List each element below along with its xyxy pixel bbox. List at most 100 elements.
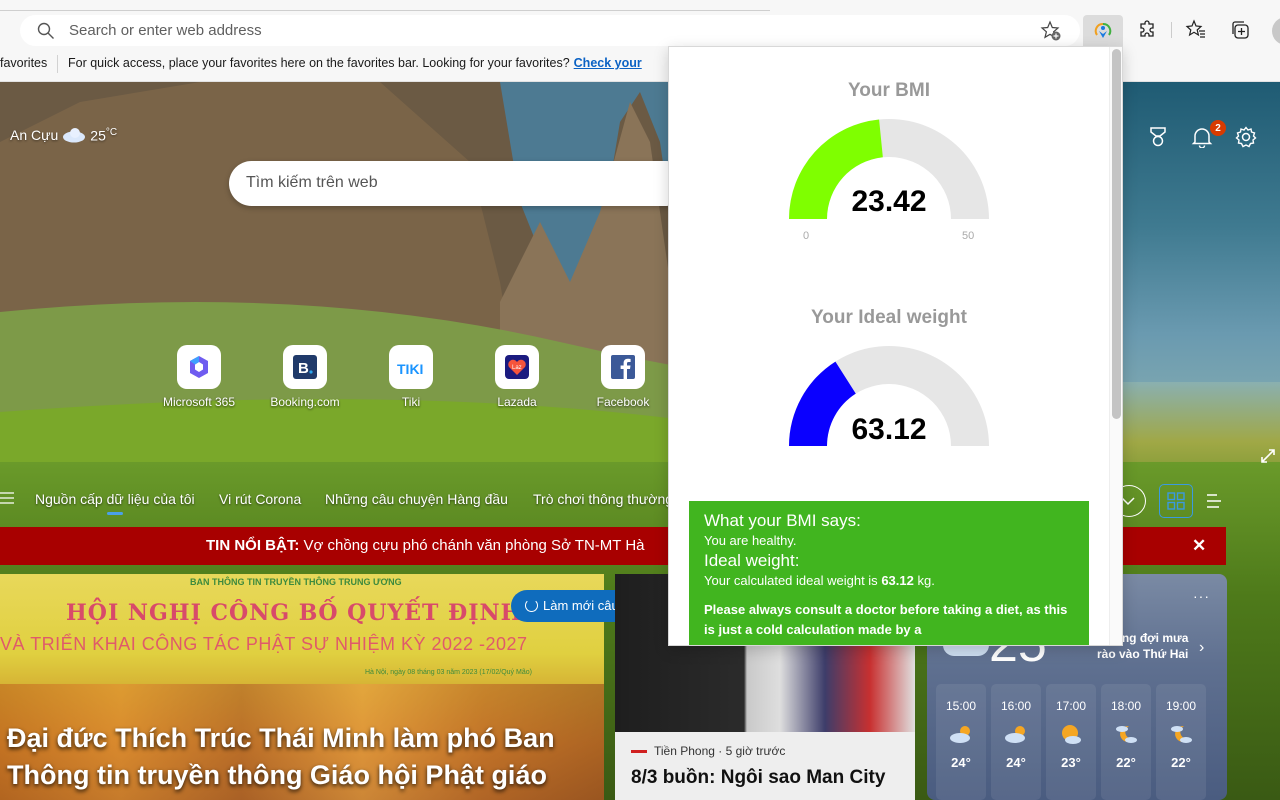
hero-banner-date: Hà Nội, ngày 08 tháng 03 năm 2023 (17/02… [365,669,532,676]
quick-link-tile: TIKI [389,345,433,389]
close-icon[interactable]: ✕ [1192,536,1206,556]
popup-scrollbar[interactable] [1112,49,1121,419]
rewards-icon[interactable] [1148,126,1168,148]
bmi-extension-icon [1094,23,1112,38]
news-card-headline[interactable]: 8/3 buồn: Ngôi sao Man City [631,767,885,789]
bmi-gauge-min: 0 [803,230,810,242]
quick-link-tile [601,345,645,389]
breaking-news-text: TIN NỔI BẬT: Vợ chồng cựu phó chánh văn … [206,537,645,554]
hour-temp: 22° [1116,755,1136,770]
location-label: An Cựu [10,127,59,144]
quick-link-label: Microsoft 365 [162,395,236,409]
refresh-icon [525,599,538,612]
news-source: Tiền Phong · 5 giờ trước [631,744,785,758]
address-input[interactable]: Search or enter web address [69,22,262,39]
hour-time: 19:00 [1165,699,1197,713]
mostly-sunny-icon [1062,725,1081,744]
ideal-weight-heading: Ideal weight: [704,551,800,570]
hamburger-menu-icon[interactable] [0,492,14,504]
tab-coronavirus[interactable]: Vi rút Corona [219,491,301,507]
expand-icon[interactable] [1260,448,1276,464]
svg-text:TIKI: TIKI [397,361,423,377]
svg-text:Laz: Laz [512,365,522,371]
hourly-forecast-item[interactable]: 18:00 22° [1101,684,1151,800]
active-tab-indicator [107,512,123,515]
quick-link-label: Lazada [497,395,537,409]
hour-temp: 24° [1006,755,1026,770]
bmi-result-box: What your BMI says: You are healthy. Ide… [689,501,1089,645]
facebook-icon [611,355,635,379]
hourly-forecast-item[interactable]: 19:00 22° [1156,684,1206,800]
search-icon [37,22,54,39]
breaking-news-label: TIN NỔI BẬT: [206,537,300,554]
settings-gear-icon[interactable] [1235,126,1257,148]
grid-layout-button[interactable] [1159,484,1193,518]
extensions-icon[interactable] [1137,19,1159,41]
partly-cloudy-day-icon [950,726,970,743]
favorites-folder[interactable]: favorites [0,56,47,70]
temperature-value: 25 [90,127,106,144]
hourly-forecast-item[interactable]: 17:00 23° [1046,684,1096,800]
feed-navigation: Nguồn cấp dữ liệu của tôi Vi rút Corona … [0,480,680,520]
list-layout-icon[interactable] [1205,493,1221,509]
weather-widget[interactable]: An Cựu 25°C [10,127,117,144]
booking-icon: B [293,355,317,379]
chevron-right-icon[interactable]: › [1199,639,1204,657]
hour-time: 17:00 [1055,699,1087,713]
quick-link-tile: B [283,345,327,389]
bmi-extension-popup: Your BMI 23.42 0 50 Your Ideal weight 63… [668,46,1123,646]
partly-cloudy-day-icon [1005,726,1025,743]
bmi-says-heading: What your BMI says: [704,511,861,530]
hour-time: 16:00 [1000,699,1032,713]
collections-icon[interactable] [1229,19,1251,41]
bmi-gauge-title: Your BMI [848,80,930,101]
hourly-forecast-item[interactable]: 16:00 24° [991,684,1041,800]
check-favorites-link[interactable]: Check your [574,56,642,70]
ideal-weight-value: 63.12 [851,413,927,446]
favorites-icon[interactable] [1185,19,1207,41]
ideal-weight-gauge-title: Your Ideal weight [811,307,967,328]
temperature: 25°C [90,127,117,144]
tab-top-stories[interactable]: Những câu chuyện Hàng đầu [325,491,508,507]
tab-casual-games[interactable]: Trò chơi thông thường [533,491,673,507]
quick-link-tiki[interactable]: TIKI Tiki [358,345,464,409]
tien-phong-logo-icon [631,749,647,753]
bmi-gauge-max: 50 [962,230,975,242]
ideal-weight-text-value: 63.12 [881,573,914,588]
hour-temp: 24° [951,755,971,770]
bmi-value: 23.42 [851,185,927,218]
ideal-weight-text-unit: kg. [917,573,935,588]
quick-link-microsoft365[interactable]: Microsoft 365 [146,345,252,409]
quick-link-lazada[interactable]: Laz Lazada [464,345,570,409]
hero-headline[interactable]: Đại đức Thích Trúc Thái Minh làm phó Ban… [7,720,604,794]
news-source-text: Tiền Phong · 5 giờ trước [654,744,786,758]
web-search-input[interactable]: Tìm kiếm trên web [246,174,378,192]
hero-banner-top: BAN THÔNG TIN TRUYỀN THÔNG TRUNG ƯƠNG [190,577,402,587]
profile-avatar[interactable] [1272,17,1280,45]
address-bar[interactable]: Search or enter web address [20,15,1080,46]
notification-badge: 2 [1210,120,1226,136]
forecast-message-line2: rào vào Thứ Hai [1097,647,1189,661]
doctor-warning: Please always consult a doctor before ta… [704,602,1068,637]
bmi-extension-button[interactable] [1083,15,1123,47]
browser-toolbar: Search or enter web address [0,0,1280,50]
more-options-icon[interactable]: ··· [1193,588,1210,604]
favorites-hint-text: For quick access, place your favorites h… [68,56,570,70]
add-favorite-icon[interactable] [1040,20,1062,42]
quick-link-booking[interactable]: B Booking.com [252,345,358,409]
tab-my-feed[interactable]: Nguồn cấp dữ liệu của tôi [35,491,195,507]
toolbar-separator [1171,22,1172,38]
hero-banner-line2: VÀ TRIỂN KHAI CÔNG TÁC PHẬT SỰ NHIỆM KỲ … [0,634,528,654]
svg-text:B: B [298,360,309,377]
ideal-weight-text: Your calculated ideal weight is 63.12 kg… [704,571,1074,591]
web-search-box[interactable]: Tìm kiếm trên web [229,161,689,206]
cloud-icon [63,128,86,143]
quick-link-tile [177,345,221,389]
hourly-forecast-item[interactable]: 15:00 24° [936,684,986,800]
quick-links: Microsoft 365 B Booking.com TIKI Tiki La… [146,345,676,409]
favorites-separator [57,55,58,73]
quick-link-facebook[interactable]: Facebook [570,345,676,409]
quick-link-label: Tiki [401,395,421,409]
lazada-icon: Laz [505,355,529,379]
hour-temp: 23° [1061,755,1081,770]
